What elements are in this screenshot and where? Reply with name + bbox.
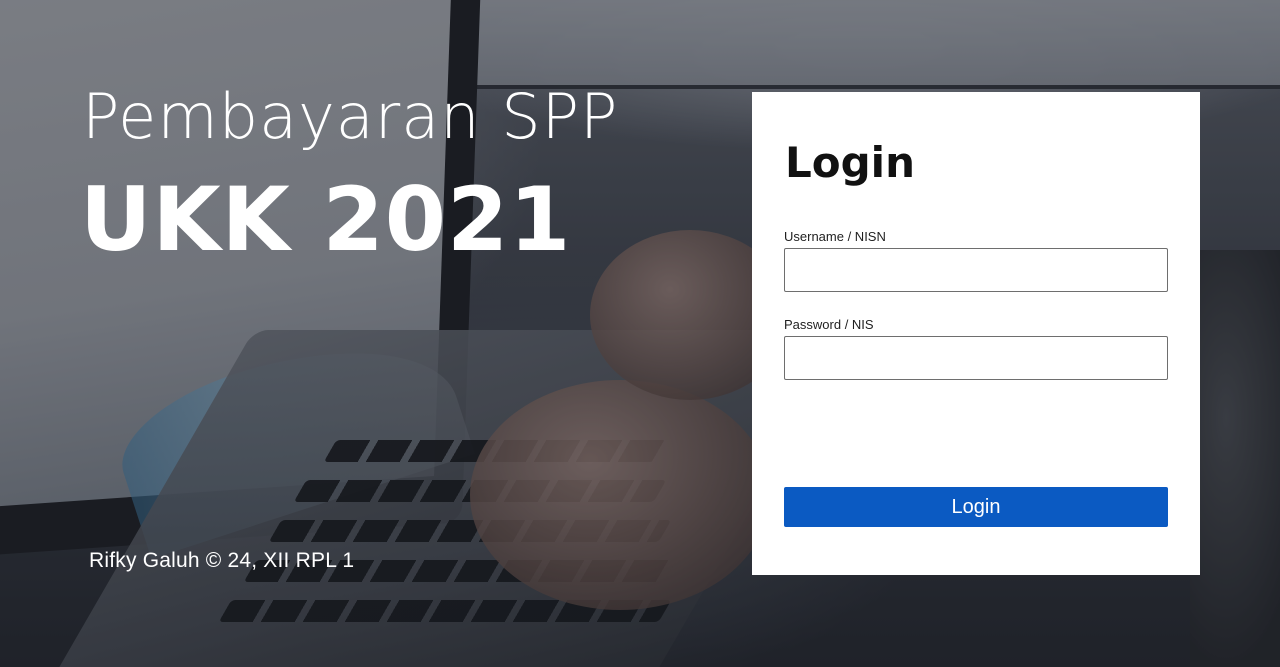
username-label: Username / NISN xyxy=(784,229,886,244)
login-page: Pembayaran SPP UKK 2021 Rifky Galuh © 24… xyxy=(0,0,1280,667)
hero-title: Pembayaran SPP xyxy=(82,80,619,153)
hero-subtitle: UKK 2021 xyxy=(80,168,572,271)
password-input[interactable] xyxy=(784,336,1168,380)
login-button[interactable]: Login xyxy=(784,487,1168,527)
login-heading: Login xyxy=(785,138,915,187)
footer-credit: Rifky Galuh © 24, XII RPL 1 xyxy=(89,549,355,572)
password-label: Password / NIS xyxy=(784,317,874,332)
username-input[interactable] xyxy=(784,248,1168,292)
login-card: Login Username / NISN Password / NIS Log… xyxy=(752,92,1200,575)
